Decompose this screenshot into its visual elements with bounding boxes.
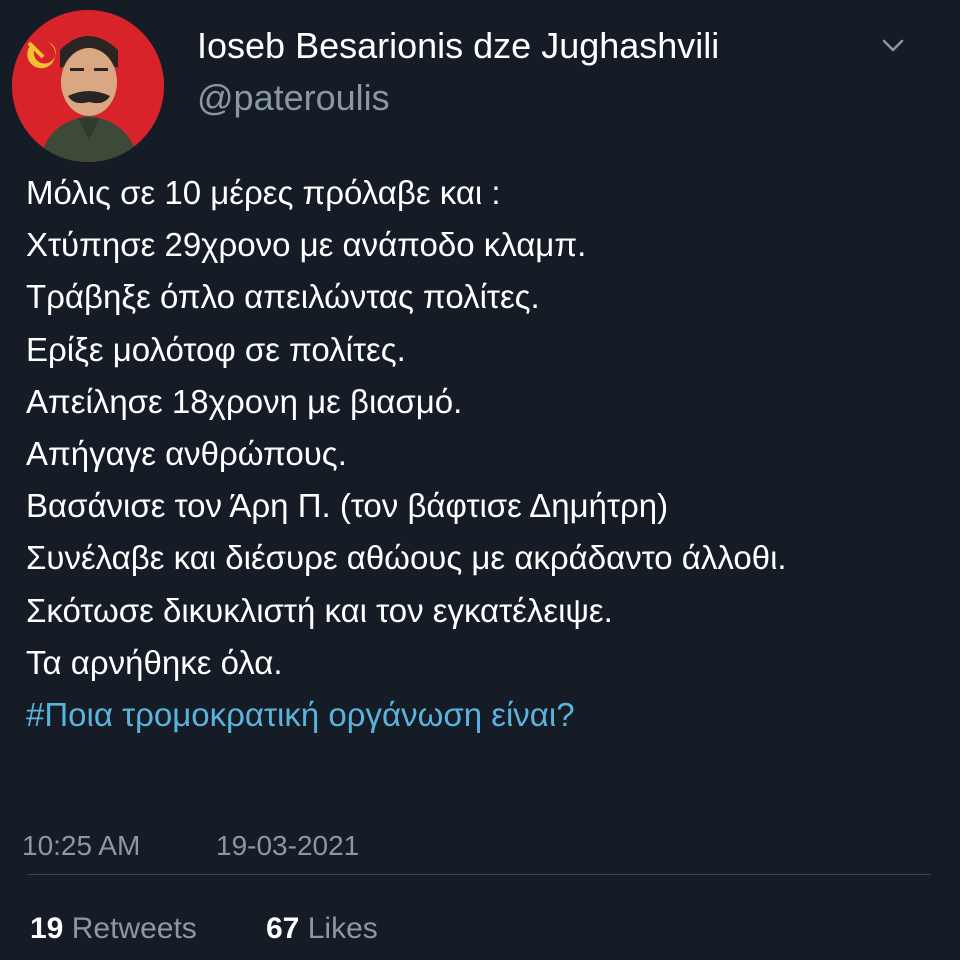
tweet-line: Τα αρνήθηκε όλα. [26, 643, 283, 681]
likes-stat[interactable]: 67 Likes [266, 908, 378, 950]
tweet-time[interactable]: 10:25 AM [22, 826, 140, 866]
avatar[interactable] [12, 10, 164, 162]
tweet-line: Απείλησε 18χρονη με βιασμό. [26, 382, 463, 420]
likes-label: Likes [307, 912, 378, 945]
retweets-count: 19 [30, 912, 64, 945]
tweet-line: Σκότωσε δικυκλιστή και τον εγκατέλειψε. [26, 591, 613, 629]
tweet-line: Απήγαγε ανθρώπους. [26, 434, 347, 472]
profile-portrait-icon [12, 10, 164, 162]
tweet-line: Βασάνισε τον Άρη Π. (τον βάφτισε Δημήτρη… [26, 487, 669, 525]
tweet-line: Χτύπησε 29χρονο με ανάποδο κλαμπ. [26, 226, 587, 264]
hashtag-link[interactable]: #Ποια τρομοκρατική οργάνωση είναι? [26, 689, 958, 741]
tweet-line: Ερίξε μολότοφ σε πολίτες. [26, 330, 406, 368]
author-handle[interactable]: @pateroulis [197, 76, 390, 120]
tweet-line: Μόλις σε 10 μέρες πρόλαβε και : [26, 174, 501, 211]
author-display-name[interactable]: Ioseb Besarionis dze Jughashvili [197, 24, 719, 68]
tweet-date[interactable]: 19-03-2021 [216, 826, 359, 866]
tweet-card: Ioseb Besarionis dze Jughashvili @patero… [0, 0, 960, 960]
tweet-line: Συνέλαβε και διέσυρε αθώους με ακράδαντο… [26, 539, 787, 577]
retweets-stat[interactable]: 19 Retweets [30, 908, 197, 950]
tweet-text: Μόλις σε 10 μέρες πρόλαβε και : Χτύπησε … [26, 167, 958, 741]
chevron-down-icon[interactable] [878, 34, 908, 56]
tweet-line: Τράβηξε όπλο απειλώντας πολίτες. [26, 278, 540, 316]
divider [28, 874, 931, 875]
retweets-label: Retweets [71, 912, 197, 945]
likes-count: 67 [266, 912, 300, 945]
